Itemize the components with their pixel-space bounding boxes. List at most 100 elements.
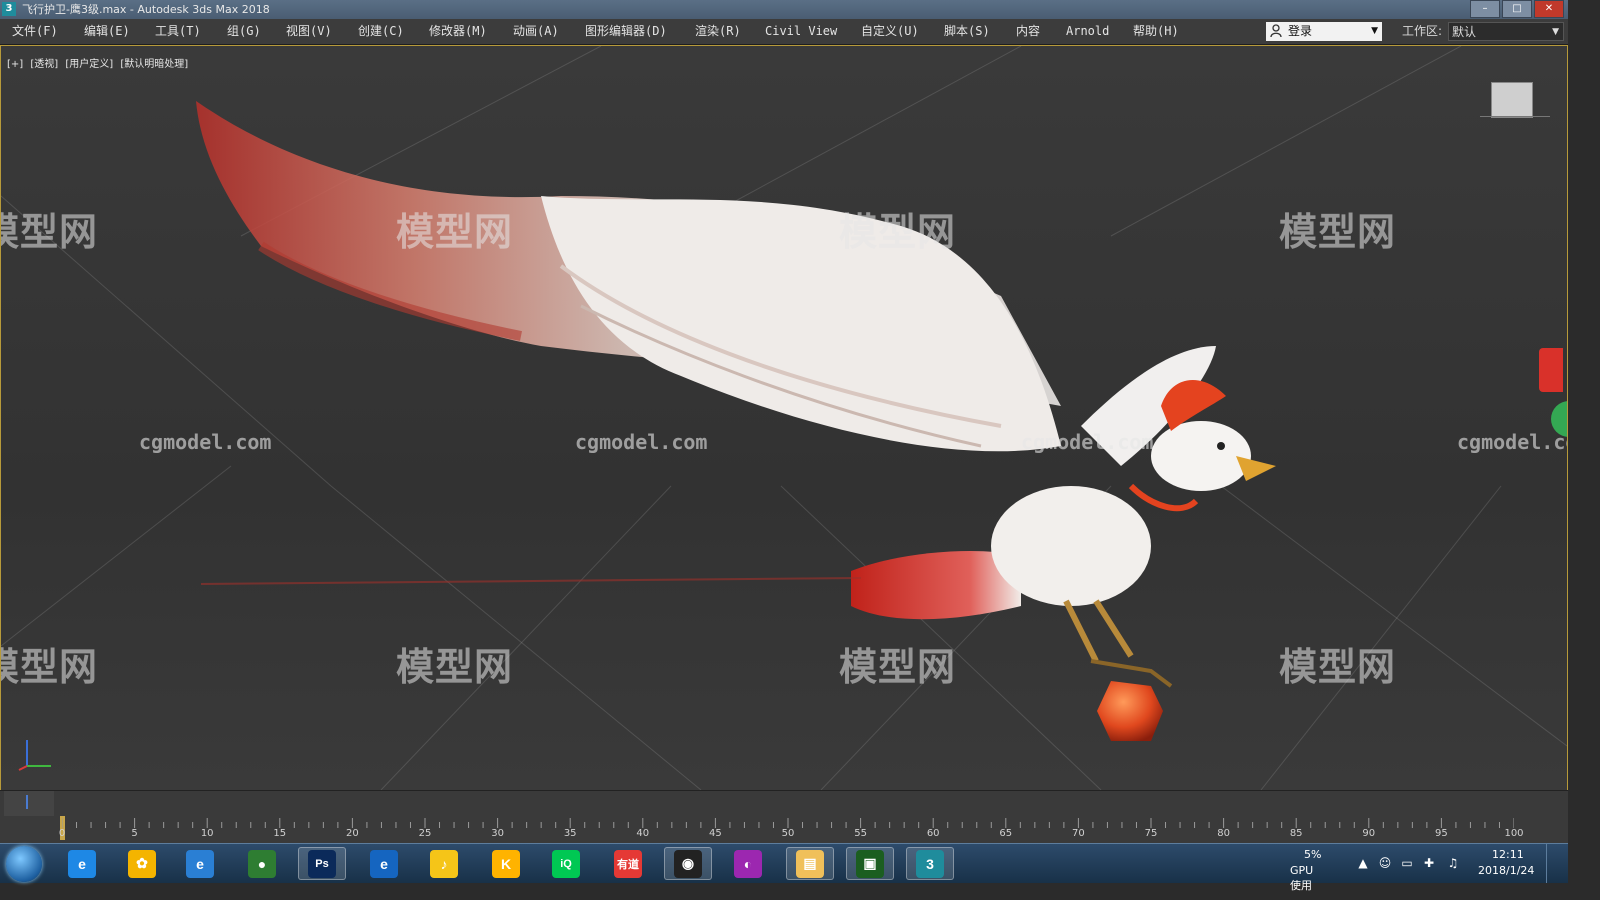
frame-tick-label: 15 (273, 828, 287, 839)
tray-expand-icon[interactable]: ▲ (1356, 856, 1370, 870)
windows-taskbar: e ✿ e ● Ps e ♪ KiQ 有道 ◉ ◐ ▤ ▣ 3 5% GPU使用 ▲ ☺ ▭ ✚ ♫ 12… (0, 843, 1569, 892)
frame-tick-label: 10 (200, 828, 214, 839)
viewcube-compass (1480, 116, 1550, 117)
frame-tick-label: 60 (926, 828, 940, 839)
menu-group[interactable]: 组(G) (227, 19, 261, 44)
3dsmax-app-icon[interactable]: 3 (2, 2, 16, 16)
frame-ruler (62, 818, 1514, 828)
watermark-cn: 模型网 (1, 645, 99, 689)
taskbar-app-colorful-app-icon[interactable]: ✿ (118, 847, 166, 880)
plus-tray-icon[interactable]: ✚ (1422, 856, 1436, 870)
gpu-usage-label: GPU使用 (1290, 864, 1314, 892)
show-desktop-button[interactable] (1546, 844, 1569, 883)
viewcube[interactable] (1491, 82, 1533, 118)
taskbar-app-3dsmax-icon[interactable]: 3 (906, 847, 954, 880)
iqiyi-icon: iQ (552, 849, 580, 878)
taskbar-app-explorer-icon[interactable]: ▤ (786, 847, 834, 880)
taskbar-app-qq-music-icon[interactable]: ♪ (420, 847, 468, 880)
menu-tools[interactable]: 工具(T) (155, 19, 201, 44)
menu-civil-view[interactable]: Civil View (765, 19, 837, 44)
key-mode-icon (26, 795, 28, 809)
chevron-down-icon: ▼ (1552, 27, 1559, 37)
frame-tick-label: 100 (1504, 828, 1524, 839)
menu-customize[interactable]: 自定义(U) (861, 19, 919, 44)
viewport-plus-menu[interactable]: [+] (7, 59, 23, 70)
viewport-label[interactable]: [+] [透视] [用户定义] [默认明暗处理] (7, 55, 192, 70)
frame-tick-label: 55 (854, 828, 867, 839)
watermark-cn: 模型网 (1279, 645, 1397, 689)
taskbar-app-ie2-icon[interactable]: e (360, 847, 408, 880)
kugou-icon: K (492, 849, 520, 878)
watermark-en: cgmodel.com (1021, 430, 1154, 454)
menu-animation[interactable]: 动画(A) (513, 19, 559, 44)
watermark-en: cgmodel.com (1457, 430, 1567, 454)
workspace-value: 默认 (1452, 25, 1477, 39)
taskbar-app-youdao-icon[interactable]: 有道 (604, 847, 652, 880)
image-viewer-icon: ▣ (856, 849, 884, 878)
menu-create[interactable]: 创建(C) (358, 19, 404, 44)
frame-tick-label: 80 (1217, 828, 1230, 839)
chevron-down-icon: ▼ (1371, 26, 1378, 36)
volume-icon[interactable]: ♫ (1446, 856, 1460, 870)
maximize-button[interactable]: □ (1502, 0, 1532, 18)
axis-tripod-icon (18, 740, 51, 771)
frame-tick-label: 50 (781, 828, 795, 839)
frame-tick-label: 5 (131, 828, 138, 839)
window-title: 飞行护卫-鹰3级.max - Autodesk 3ds Max 2018 (22, 3, 270, 16)
promo-badge-icon[interactable] (1539, 348, 1563, 392)
track-bar[interactable]: 0 5 10 15 20 25 30 35 40 45 50 55 60 65 70 75 80 85 90 95 10… (0, 816, 1568, 843)
watermark-cn: 模型网 (1279, 210, 1397, 254)
camera-icon: ◉ (674, 849, 702, 878)
frame-tick-label: 20 (346, 828, 359, 839)
frame-tick-label: 85 (1289, 828, 1303, 839)
clock-date[interactable]: 2018/1/24 (1478, 864, 1534, 877)
explorer-icon: ▤ (796, 849, 824, 878)
taskbar-app-camera-icon[interactable]: ◉ (664, 847, 712, 880)
start-button[interactable] (6, 846, 42, 882)
ie-icon: e (68, 849, 96, 878)
menu-help[interactable]: 帮助(H) (1133, 19, 1179, 44)
user-icon (1270, 24, 1282, 38)
youdao-icon: 有道 (614, 849, 642, 878)
time-slider[interactable] (0, 790, 1568, 817)
menu-content[interactable]: 内容 (1016, 19, 1040, 44)
taskbar-app-color-wheel-icon[interactable]: ◐ (724, 847, 772, 880)
frame-tick-label: 90 (1362, 828, 1376, 839)
menu-graph-editors[interactable]: 图形编辑器(D) (585, 19, 667, 44)
menu-scripting[interactable]: 脚本(S) (944, 19, 990, 44)
clock-time[interactable]: 12:11 (1492, 848, 1524, 861)
watermark-en: cgmodel.com (575, 430, 708, 454)
taskbar-app-ie-icon[interactable]: e (58, 847, 106, 880)
minimize-button[interactable]: – (1470, 0, 1500, 18)
3dsmax-icon: 3 (916, 849, 944, 878)
taskbar-app-image-viewer-icon[interactable]: ▣ (846, 847, 894, 880)
login-dropdown[interactable]: 登录 ▼ (1266, 22, 1382, 41)
close-button[interactable]: ✕ (1534, 0, 1564, 18)
browser-icon: e (186, 849, 214, 878)
frame-tick-label: 65 (999, 828, 1013, 839)
network-icon[interactable]: ▭ (1400, 856, 1414, 870)
perspective-viewport[interactable]: [+] [透视] [用户定义] [默认明暗处理] 模型网 模型网 模型网 模型网… (0, 45, 1568, 791)
frame-tick-label: 70 (1072, 828, 1085, 839)
workspace-select[interactable]: 默认 ▼ (1448, 22, 1564, 41)
workspace-label: 工作区: (1402, 24, 1443, 38)
taskbar-app-photoshop-icon[interactable]: Ps (298, 847, 346, 880)
viewport-view-menu[interactable]: [透视] (30, 59, 58, 70)
frame-tick-label: 95 (1435, 828, 1448, 839)
menu-edit[interactable]: 编辑(E) (84, 19, 130, 44)
taskbar-app-iqiyi-icon[interactable]: iQ (542, 847, 590, 880)
taskbar-app-record-icon[interactable]: ● (238, 847, 286, 880)
menu-rendering[interactable]: 渲染(R) (695, 19, 741, 44)
menu-modifiers[interactable]: 修改器(M) (429, 19, 487, 44)
user-tray-icon[interactable]: ☺ (1378, 856, 1392, 870)
frame-tick-label: 30 (491, 828, 504, 839)
menu-arnold[interactable]: Arnold (1066, 19, 1109, 44)
watermark-cn: 模型网 (839, 210, 957, 254)
viewport-camera-menu[interactable]: [用户定义] (65, 59, 113, 70)
taskbar-app-kugou-icon[interactable]: K (482, 847, 530, 880)
menu-file[interactable]: 文件(F) (12, 19, 58, 44)
viewport-shading-menu[interactable]: [默认明暗处理] (120, 59, 188, 70)
frame-tick-label: 45 (709, 828, 722, 839)
taskbar-app-browser-icon[interactable]: e (176, 847, 224, 880)
menu-views[interactable]: 视图(V) (286, 19, 332, 44)
